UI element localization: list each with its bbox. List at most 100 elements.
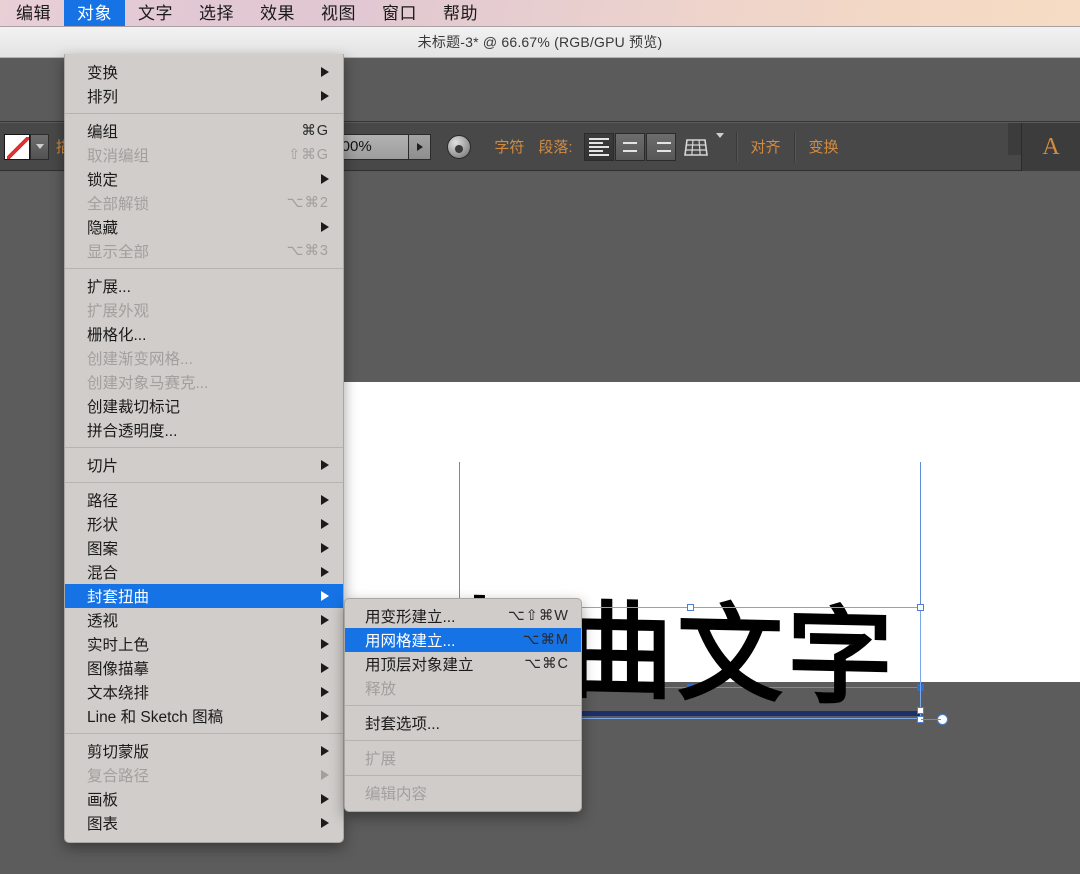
menu-item-混合[interactable]: 混合	[65, 560, 343, 584]
menubar-item-6[interactable]: 窗口	[369, 0, 430, 26]
submenu-arrow-icon	[321, 174, 329, 184]
menu-item-label: 剪切蒙版	[87, 740, 313, 762]
menu-item-文本绕排[interactable]: 文本绕排	[65, 680, 343, 704]
submenu-arrow-icon	[321, 711, 329, 721]
object-dropdown-menu[interactable]: 变换排列编组⌘G取消编组⇧⌘G锁定全部解锁⌥⌘2隐藏显示全部⌥⌘3扩展...扩展…	[64, 54, 344, 843]
menu-separator	[65, 447, 343, 448]
submenu-arrow-icon	[321, 543, 329, 553]
menu-item-封套扭曲[interactable]: 封套扭曲	[65, 584, 343, 608]
menu-item-label: 图案	[87, 537, 313, 559]
envelope-distort-submenu[interactable]: 用变形建立...⌥⇧⌘W用网格建立...⌥⌘M用顶层对象建立⌥⌘C释放封套选项.…	[344, 598, 582, 812]
handle-top-center[interactable]	[687, 604, 694, 611]
menu-item-显示全部: 显示全部⌥⌘3	[65, 239, 343, 263]
menu-item-用顶层对象建立[interactable]: 用顶层对象建立⌥⌘C	[345, 652, 581, 676]
menu-item-label: 画板	[87, 788, 313, 810]
menu-item-label: 编组	[87, 120, 301, 142]
character-label[interactable]: 字符	[494, 136, 524, 157]
menu-item-变换[interactable]: 变换	[65, 60, 343, 84]
menu-item-shortcut: ⌥⇧⌘W	[508, 608, 569, 624]
align-center-button[interactable]	[615, 133, 645, 161]
menu-item-形状[interactable]: 形状	[65, 512, 343, 536]
menu-item-扩展[interactable]: 扩展...	[65, 274, 343, 298]
menubar-item-0[interactable]: 编辑	[0, 0, 64, 26]
submenu-arrow-icon	[321, 495, 329, 505]
submenu-arrow-icon	[321, 222, 329, 232]
menu-item-label: 栅格化...	[87, 323, 329, 345]
align-panel-label[interactable]: 对齐	[751, 136, 781, 157]
handle-mid-right[interactable]	[917, 707, 924, 714]
menubar-item-2[interactable]: 文字	[125, 0, 186, 26]
character-panel-icon: A	[1042, 134, 1059, 161]
menu-item-释放: 释放	[345, 676, 581, 700]
menu-item-用网格建立[interactable]: 用网格建立...⌥⌘M	[345, 628, 581, 652]
stroke-color-swatch[interactable]	[4, 134, 30, 160]
menu-item-复合路径: 复合路径	[65, 763, 343, 787]
menu-item-图像描摹[interactable]: 图像描摹	[65, 656, 343, 680]
menu-item-隐藏[interactable]: 隐藏	[65, 215, 343, 239]
menu-separator	[65, 113, 343, 114]
menu-separator	[345, 775, 581, 776]
menu-item-封套选项[interactable]: 封套选项...	[345, 711, 581, 735]
menu-item-shortcut: ⌥⌘M	[523, 632, 569, 648]
menu-item-切片[interactable]: 切片	[65, 453, 343, 477]
menu-separator	[345, 705, 581, 706]
menubar-item-1[interactable]: 对象	[64, 0, 125, 26]
menu-item-排列[interactable]: 排列	[65, 84, 343, 108]
menu-item-label: 封套选项...	[365, 712, 569, 734]
opacity-stepper-button[interactable]	[409, 134, 431, 160]
menu-item-创建裁切标记[interactable]: 创建裁切标记	[65, 394, 343, 418]
menu-item-锁定[interactable]: 锁定	[65, 167, 343, 191]
chevron-right-icon	[417, 143, 423, 151]
menu-item-剪切蒙版[interactable]: 剪切蒙版	[65, 739, 343, 763]
envelope-distort-dropdown[interactable]	[716, 138, 724, 156]
macos-menu-bar: 编辑对象文字选择效果视图窗口帮助	[0, 0, 1080, 27]
text-baseline-extension	[921, 719, 941, 720]
opacity-mask-button[interactable]	[447, 135, 471, 159]
chevron-down-icon	[36, 144, 44, 149]
menu-item-栅格化[interactable]: 栅格化...	[65, 322, 343, 346]
menu-item-图案[interactable]: 图案	[65, 536, 343, 560]
menu-item-图表[interactable]: 图表	[65, 811, 343, 835]
paragraph-label[interactable]: 段落:	[538, 136, 572, 157]
transform-panel-label[interactable]: 变换	[809, 136, 839, 157]
menu-item-用变形建立[interactable]: 用变形建立...⌥⇧⌘W	[345, 604, 581, 628]
align-right-button[interactable]	[646, 133, 676, 161]
menu-item-label: 释放	[365, 677, 569, 699]
menu-item-label: 排列	[87, 85, 313, 107]
menu-item-编组[interactable]: 编组⌘G	[65, 119, 343, 143]
stroke-swatch-dropdown[interactable]	[30, 134, 49, 160]
menu-item-label: 隐藏	[87, 216, 313, 238]
menubar-item-7[interactable]: 帮助	[430, 0, 491, 26]
submenu-arrow-icon	[321, 91, 329, 101]
submenu-arrow-icon	[321, 663, 329, 673]
menu-item-label: 实时上色	[87, 633, 313, 655]
envelope-distort-icon[interactable]	[683, 136, 709, 158]
menu-item-label: 混合	[87, 561, 313, 583]
toolbar-divider	[736, 132, 738, 162]
menu-item-label: 取消编组	[87, 144, 288, 166]
menu-item-label: 路径	[87, 489, 313, 511]
menu-item-label: 复合路径	[87, 764, 313, 786]
menubar-item-4[interactable]: 效果	[247, 0, 308, 26]
align-left-button[interactable]	[584, 133, 614, 161]
handle-top-right[interactable]	[917, 604, 924, 611]
menu-item-label: 透视	[87, 609, 313, 631]
menu-item-路径[interactable]: 路径	[65, 488, 343, 512]
menu-item-label: 用顶层对象建立	[365, 653, 524, 675]
menu-item-实时上色[interactable]: 实时上色	[65, 632, 343, 656]
menu-item-透视[interactable]: 透视	[65, 608, 343, 632]
menu-item-创建渐变网格: 创建渐变网格...	[65, 346, 343, 370]
menubar-item-3[interactable]: 选择	[186, 0, 247, 26]
submenu-arrow-icon	[321, 591, 329, 601]
menubar-item-5[interactable]: 视图	[308, 0, 369, 26]
menu-item-取消编组: 取消编组⇧⌘G	[65, 143, 343, 167]
chevron-down-icon	[716, 133, 724, 155]
menu-item-label: 创建裁切标记	[87, 395, 329, 417]
submenu-arrow-icon	[321, 567, 329, 577]
right-panel-tab[interactable]: A	[1021, 123, 1080, 171]
illustrator-window: 未标题-3* @ 66.67% (RGB/GPU 预览) 描边: 不透明度: 1…	[0, 27, 1080, 874]
menu-item-画板[interactable]: 画板	[65, 787, 343, 811]
menu-item-label: 封套扭曲	[87, 585, 313, 607]
menu-item-拼合透明度[interactable]: 拼合透明度...	[65, 418, 343, 442]
menu-item-Line和Sketch图稿[interactable]: Line 和 Sketch 图稿	[65, 704, 343, 728]
